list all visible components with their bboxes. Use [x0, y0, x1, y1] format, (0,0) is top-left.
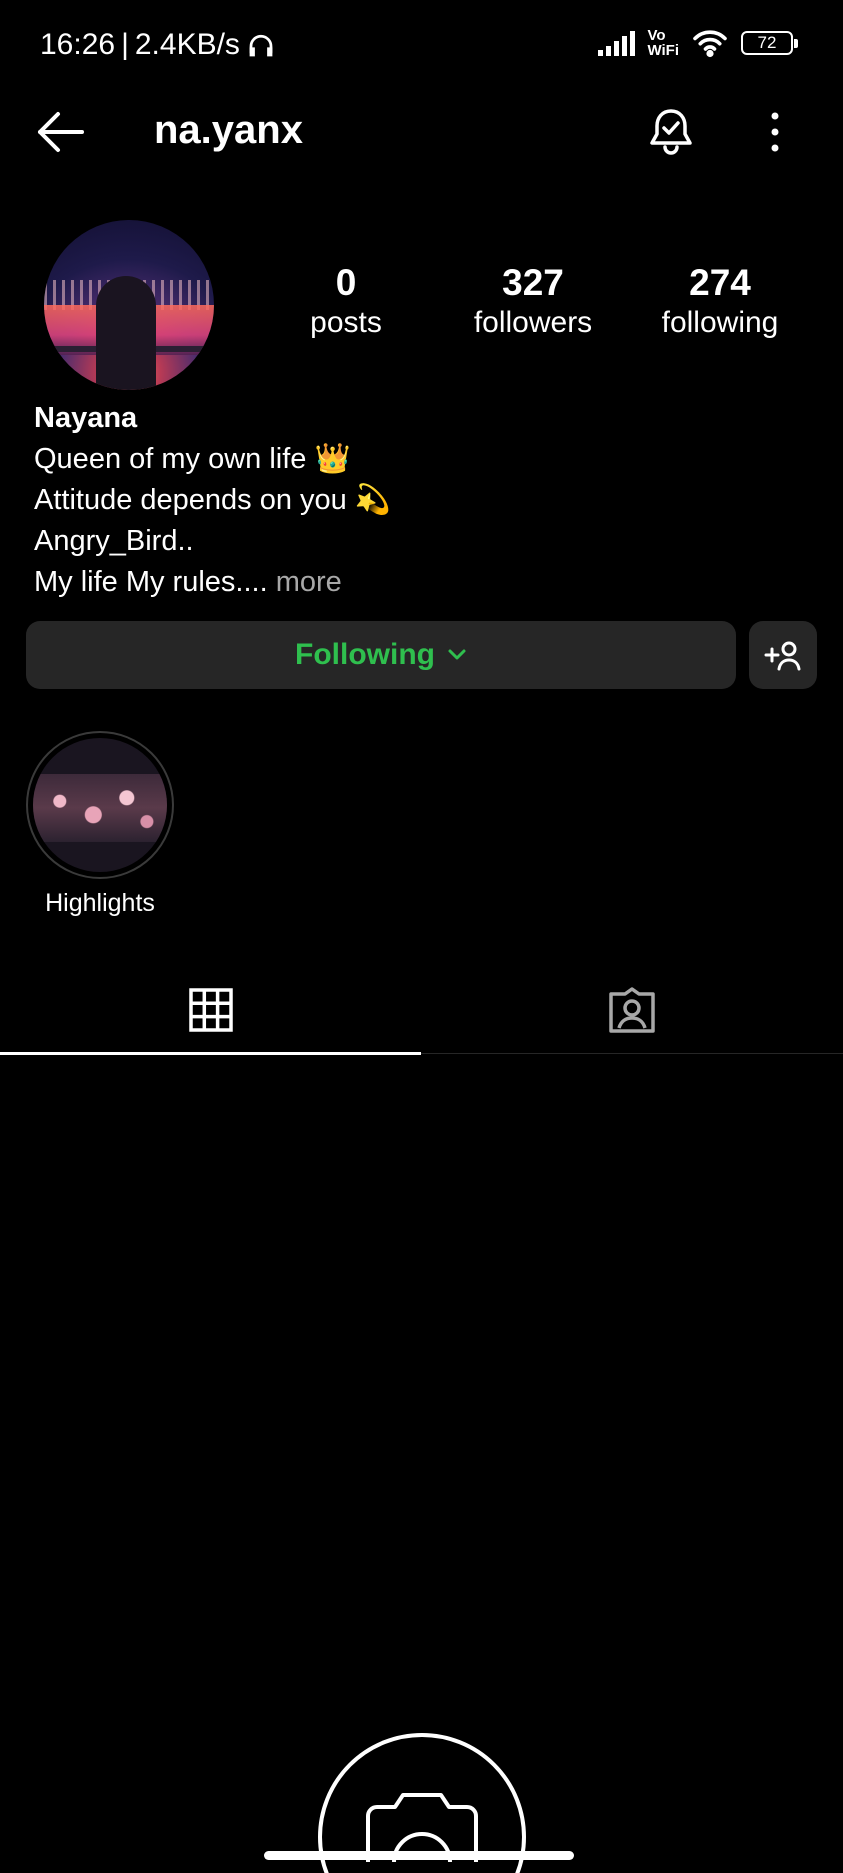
bio-more-link[interactable]: more: [276, 566, 342, 598]
stat-posts-value: 0: [335, 262, 357, 303]
signal-icon: [598, 30, 636, 56]
status-left: 16:26 | 2.4KB/s: [40, 28, 276, 62]
headphones-icon: [249, 34, 273, 57]
avatar-figure: [96, 276, 156, 390]
camera-icon: [366, 1793, 478, 1862]
status-bar: 16:26 | 2.4KB/s Vo WiFi 72: [0, 0, 843, 96]
home-indicator[interactable]: [264, 1851, 574, 1860]
more-options-icon[interactable]: [764, 108, 786, 156]
following-button-label: Following: [295, 638, 435, 671]
profile-username: na.yanx: [154, 108, 303, 152]
status-right: Vo WiFi 72: [598, 28, 798, 58]
vowifi-bottom: WiFi: [647, 42, 679, 59]
chevron-down-icon: [448, 649, 466, 660]
suggested-users-button[interactable]: [749, 621, 817, 689]
status-speed: 2.4KB/s: [134, 28, 240, 61]
highlight-label: Highlights: [45, 889, 155, 917]
grid-icon: [188, 988, 233, 1032]
back-arrow-icon[interactable]: [34, 110, 86, 154]
following-button[interactable]: Following: [26, 621, 736, 689]
vowifi-top: Vo: [647, 27, 666, 44]
battery-icon: 72: [741, 31, 798, 55]
profile-display-name: Nayana: [34, 402, 138, 434]
wifi-icon: [693, 30, 727, 58]
bio-line: My life My rules....: [34, 566, 268, 598]
stat-followers-label: followers: [473, 306, 593, 339]
stat-following-value: 274: [689, 262, 751, 303]
profile-avatar[interactable]: [44, 220, 214, 390]
bio-line-last: My life My rules.... more: [34, 562, 391, 603]
status-time: 16:26: [40, 28, 116, 61]
bio-line: Angry_Bird..: [34, 525, 194, 557]
profile-tabs: [0, 966, 843, 1055]
tab-tagged[interactable]: [421, 966, 842, 1054]
notification-bell-icon[interactable]: [646, 106, 696, 158]
highlight-flowers: [33, 774, 167, 842]
add-user-icon: [764, 641, 801, 671]
tagged-icon: [608, 987, 655, 1033]
highlight-ring: [26, 731, 174, 879]
bio-line: Queen of my own life 👑: [34, 443, 351, 475]
bio-line: Attitude depends on you 💫: [34, 484, 391, 516]
stat-posts[interactable]: 0 posts: [246, 262, 446, 342]
stat-followers-value: 327: [502, 262, 564, 303]
stat-posts-label: posts: [310, 306, 382, 339]
vowifi-indicator: Vo WiFi: [647, 28, 679, 58]
stat-followers[interactable]: 327 followers: [433, 262, 633, 342]
status-separator: |: [121, 28, 129, 61]
highlight-cover-image: [33, 738, 167, 872]
story-highlight[interactable]: Highlights: [26, 731, 174, 918]
stat-following[interactable]: 274 following: [620, 262, 820, 342]
battery-level: 72: [757, 33, 777, 52]
profile-header: na.yanx: [0, 96, 843, 168]
stat-following-label: following: [661, 306, 779, 339]
profile-bio: Nayana Queen of my own life 👑 Attitude d…: [34, 398, 391, 603]
tab-posts-grid[interactable]: [0, 966, 421, 1055]
